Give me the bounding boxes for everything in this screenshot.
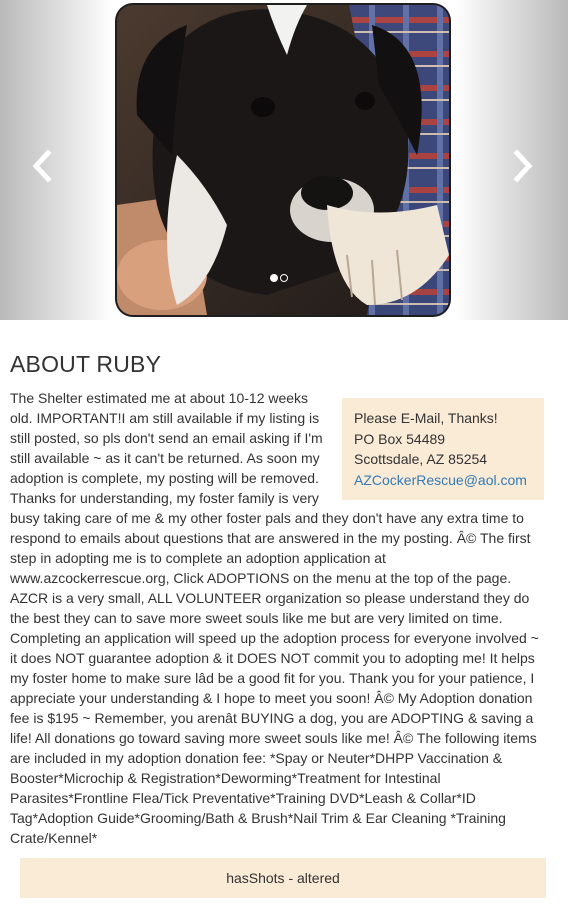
chevron-left-icon xyxy=(32,149,52,183)
pet-attributes: hasShots - altered xyxy=(226,870,340,886)
contact-note: Please E-Mail, Thanks! xyxy=(354,410,498,426)
puppy-image xyxy=(117,5,449,315)
photo-carousel[interactable] xyxy=(0,0,568,320)
pet-photo xyxy=(117,5,449,315)
carousel-prev-button[interactable] xyxy=(28,148,58,184)
pet-attributes-box: hasShots - altered xyxy=(20,858,546,898)
address-line-2: Scottsdale, AZ 85254 xyxy=(354,451,488,467)
carousel-indicator-2[interactable] xyxy=(280,274,288,282)
address-line-1: PO Box 54489 xyxy=(354,430,446,447)
carousel-indicator-1[interactable] xyxy=(270,274,278,282)
pet-description-section: Please E-Mail, Thanks! PO Box 54489 Scot… xyxy=(10,388,544,848)
carousel-indicators xyxy=(270,274,288,282)
contact-info-box: Please E-Mail, Thanks! PO Box 54489 Scot… xyxy=(342,398,544,500)
contact-email-link[interactable]: AZCockerRescue@aol.com xyxy=(354,472,527,488)
page-title: ABOUT RUBY xyxy=(10,351,162,377)
carousel-next-button[interactable] xyxy=(507,148,537,184)
chevron-right-icon xyxy=(513,149,533,183)
